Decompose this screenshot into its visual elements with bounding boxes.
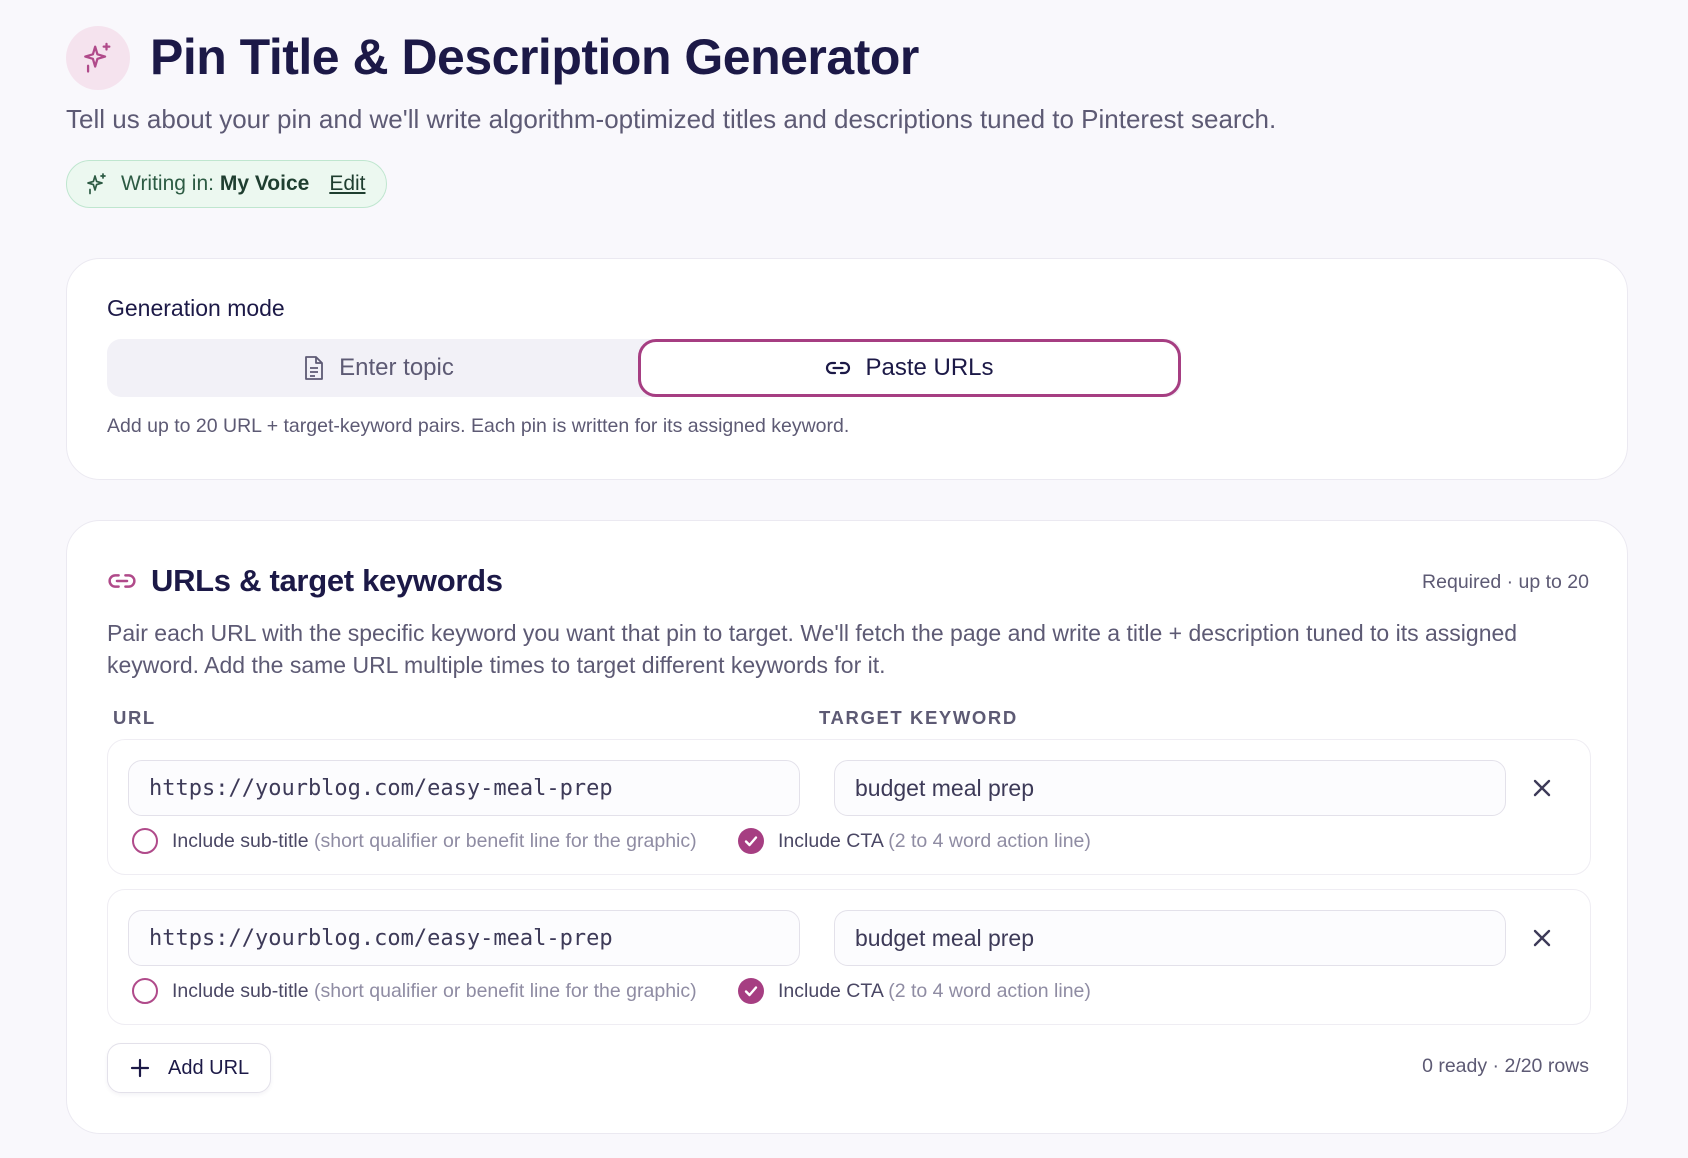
plus-icon [130,1058,150,1078]
generation-mode-label: Generation mode [107,295,285,321]
document-icon [305,356,324,380]
link-icon [826,361,851,375]
page-title: Pin Title & Description Generator [150,29,919,85]
subtitle-option[interactable]: Include sub-title (short qualifier or be… [132,978,697,1004]
remove-row-icon[interactable] [1528,774,1556,802]
subtitle-radio[interactable] [132,828,158,854]
voice-prefix: Writing in: [121,172,214,195]
url-row: https://yourblog.com/easy-meal-prep budg… [107,889,1591,1025]
cta-hint: (2 to 4 word action line) [888,829,1091,852]
check-icon [744,986,758,997]
urls-description: Pair each URL with the specific keyword … [107,620,1518,678]
url-input[interactable]: https://yourblog.com/easy-meal-prep [128,910,800,966]
voice-badge: Writing in: My Voice Edit [66,160,387,208]
add-url-label: Add URL [168,1056,250,1079]
mode-toggle: Enter topic Paste URLs [107,339,1181,397]
sparkle-icon [84,42,111,73]
voice-name: My Voice [219,172,310,195]
link-icon [108,574,136,588]
sparkle-icon [87,173,106,195]
cta-option[interactable]: Include CTA (2 to 4 word action line) [738,828,1091,854]
edit-voice-link[interactable]: Edit [329,172,365,196]
rows-status: 0 ready · 2/20 rows [1422,1055,1589,1077]
subtitle-option[interactable]: Include sub-title (short qualifier or be… [132,828,697,854]
add-url-button[interactable]: Add URL [107,1043,271,1093]
sparkle-logo [66,26,130,90]
page-subtitle: Tell us about your pin and we'll write a… [66,104,1277,134]
keyword-input[interactable]: budget meal prep [834,760,1506,816]
mode-paste-urls-label: Paste URLs [865,354,994,381]
keyword-input[interactable]: budget meal prep [834,910,1506,966]
mode-paste-urls[interactable]: Paste URLs [638,339,1181,397]
subtitle-hint: (short qualifier or benefit line for the… [314,979,697,1002]
cta-option[interactable]: Include CTA (2 to 4 word action line) [738,978,1091,1004]
urls-title: URLs & target keywords [151,563,503,598]
url-row: https://yourblog.com/easy-meal-prep budg… [107,739,1591,875]
urls-heading: URLs & target keywords [107,563,503,599]
cta-hint: (2 to 4 word action line) [888,979,1091,1002]
urls-card: URLs & target keywords Required · up to … [66,520,1628,1134]
remove-row-icon[interactable] [1528,924,1556,952]
check-icon [744,836,758,847]
required-note: Required · up to 20 [1422,571,1589,593]
cta-check[interactable] [738,978,764,1004]
cta-label: Include CTA [778,829,883,852]
subtitle-label: Include sub-title [172,829,309,852]
mode-hint: Add up to 20 URL + target-keyword pairs.… [107,415,850,437]
generation-mode-card: Generation mode Enter topic Paste URLs A… [66,258,1628,480]
mode-enter-topic-label: Enter topic [339,354,454,381]
col-header-keyword: TARGET KEYWORD [819,707,1018,728]
subtitle-label: Include sub-title [172,979,309,1002]
cta-label: Include CTA [778,979,883,1002]
subtitle-radio[interactable] [132,978,158,1004]
col-header-url: URL [113,707,156,728]
subtitle-hint: (short qualifier or benefit line for the… [314,829,697,852]
url-input[interactable]: https://yourblog.com/easy-meal-prep [128,760,800,816]
cta-check[interactable] [738,828,764,854]
mode-enter-topic[interactable]: Enter topic [107,339,650,397]
